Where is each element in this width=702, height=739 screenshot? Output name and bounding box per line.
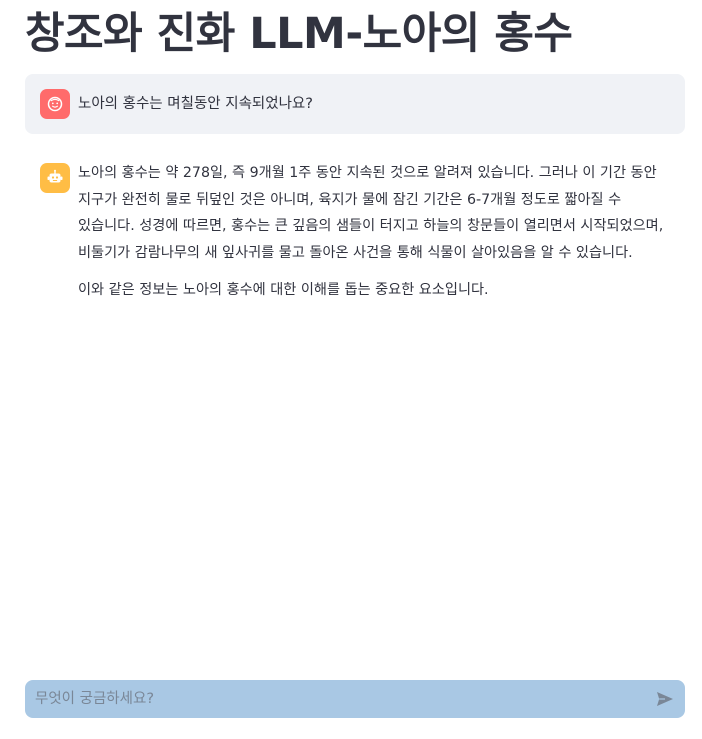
user-face-icon xyxy=(40,89,70,119)
send-icon xyxy=(657,692,673,706)
assistant-paragraph: 노아의 홍수는 약 278일, 즉 9개월 1주 동안 지속된 것으로 알려져 … xyxy=(78,165,664,261)
chat-page: 창조와 진화 LLM-노아의 홍수 노아의 홍수는 며칠동안 지속되었나요? 노… xyxy=(0,0,702,739)
user-message-text: 노아의 홍수는 며칠동안 지속되었나요? xyxy=(78,96,313,112)
send-button[interactable] xyxy=(645,680,685,718)
assistant-message: 노아의 홍수는 약 278일, 즉 9개월 1주 동안 지속된 것으로 알려져 … xyxy=(25,160,685,304)
assistant-paragraph: 이와 같은 정보는 노아의 홍수에 대한 이해를 돕는 중요한 요소입니다. xyxy=(78,282,489,298)
user-message: 노아의 홍수는 며칠동안 지속되었나요? xyxy=(25,74,685,134)
robot-icon xyxy=(40,163,70,193)
chat-input[interactable] xyxy=(25,680,645,718)
page-title: 창조와 진화 LLM-노아의 홍수 xyxy=(25,9,573,59)
assistant-message-body: 노아의 홍수는 약 278일, 즉 9개월 1주 동안 지속된 것으로 알려져 … xyxy=(78,160,670,304)
chat-input-bar xyxy=(25,680,685,718)
